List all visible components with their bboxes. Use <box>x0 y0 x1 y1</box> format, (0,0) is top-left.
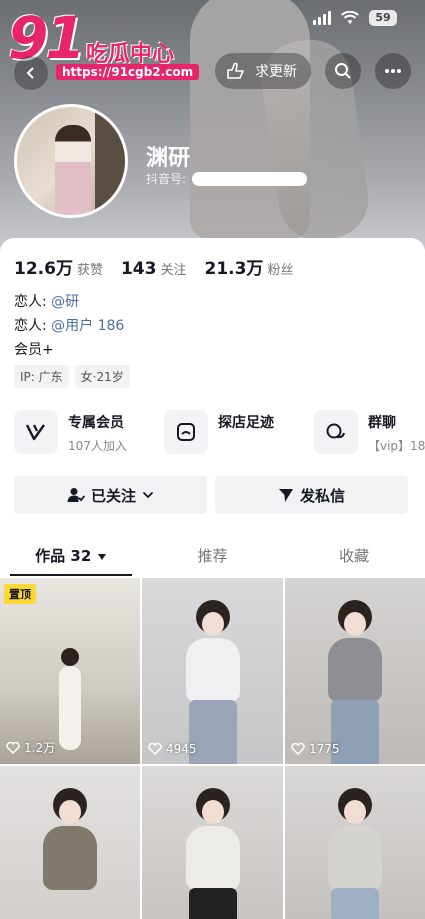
heart-icon <box>291 743 305 755</box>
hand-point-icon <box>227 62 244 79</box>
followed-button[interactable]: 已关注 <box>14 476 207 514</box>
stats-row: 12.6万 获赞 143 关注 21.3万 粉丝 <box>14 254 293 279</box>
watermark-url: https://91cgb2.com <box>56 64 200 80</box>
v-badge-icon <box>14 410 58 454</box>
feature-group-chat[interactable]: 群聊 【vip】18 <box>314 410 425 454</box>
chevron-down-icon <box>142 491 154 499</box>
followed-label: 已关注 <box>90 486 136 505</box>
video-thumbnail[interactable] <box>142 766 283 919</box>
video-thumbnail[interactable] <box>285 766 425 919</box>
feature-exclusive-member[interactable]: 专属会员 107人加入 <box>14 410 127 454</box>
feature-row: 专属会员 107人加入 探店足迹 群聊 【vip】18 <box>14 410 425 464</box>
signal-icon <box>313 11 331 25</box>
bio-member: 会员+ <box>14 342 54 358</box>
tab-works[interactable]: 作品 32 <box>0 536 142 576</box>
bio-lover-handle[interactable]: @研 <box>51 294 79 310</box>
stat-following[interactable]: 143 关注 <box>121 259 187 279</box>
feature-title: 探店足迹 <box>218 415 274 431</box>
feature-store-visits[interactable]: 探店足迹 <box>164 410 274 454</box>
heart-icon <box>6 741 20 754</box>
avatar[interactable] <box>14 104 128 218</box>
stat-followers[interactable]: 21.3万 粉丝 <box>204 254 293 279</box>
bio-lover-prefix: 恋人: <box>14 294 52 310</box>
more-button[interactable] <box>375 53 411 89</box>
more-dots-icon <box>385 69 401 73</box>
video-thumbnail[interactable]: 置顶 1.2万 <box>0 578 140 764</box>
tab-recommended[interactable]: 推荐 <box>142 536 284 576</box>
like-count: 1775 <box>291 742 340 756</box>
back-button[interactable] <box>14 56 48 90</box>
action-buttons: 已关注 发私信 <box>14 476 408 514</box>
bio-lover-line: 恋人: @研 <box>14 291 79 311</box>
like-count-value: 4945 <box>166 742 197 756</box>
request-update-button[interactable]: 求更新 <box>215 53 311 89</box>
like-count: 1.2万 <box>6 739 55 756</box>
feature-subtitle: 107人加入 <box>68 439 127 453</box>
profile-tabs: 作品 32 推荐 收藏 <box>0 536 425 576</box>
profile-card: 12.6万 获赞 143 关注 21.3万 粉丝 恋人: @研 恋人: @用户 186… <box>0 238 425 919</box>
tab-label: 作品 32 <box>35 547 92 565</box>
send-message-label: 发私信 <box>299 486 345 505</box>
send-message-button[interactable]: 发私信 <box>215 476 408 514</box>
wifi-icon <box>341 11 359 24</box>
header-actions: 求更新 <box>215 53 411 89</box>
tab-favorites[interactable]: 收藏 <box>283 536 425 576</box>
pinned-badge: 置顶 <box>4 584 36 604</box>
user-check-icon <box>67 488 85 502</box>
username: 渊研 <box>146 146 191 171</box>
tab-label: 推荐 <box>197 547 228 565</box>
bio-lover-prefix: 恋人: <box>14 318 52 334</box>
chevron-left-icon <box>26 67 34 79</box>
stat-number: 12.6万 <box>14 259 73 279</box>
store-tag-icon <box>164 410 208 454</box>
like-count-value: 1775 <box>309 742 340 756</box>
stat-label: 关注 <box>160 263 187 278</box>
video-grid: 置顶 1.2万 4945 1775 <box>0 578 425 919</box>
battery-icon: 59 <box>369 10 397 26</box>
like-count-value: 1.2万 <box>24 741 56 755</box>
heart-icon <box>148 743 162 755</box>
stat-number: 143 <box>120 259 157 279</box>
like-count: 4945 <box>148 742 197 756</box>
tag-gender-age: 女·21岁 <box>74 365 130 388</box>
video-thumbnail[interactable]: 1775 <box>285 578 425 764</box>
send-arrow-icon <box>278 489 293 502</box>
tab-label: 收藏 <box>339 547 370 565</box>
feature-title: 专属会员 <box>68 415 124 431</box>
bio-lover-handle[interactable]: @用户 186 <box>51 318 124 334</box>
douyin-id[interactable]: 抖音号: <box>146 170 308 187</box>
tag-ip: IP: 广东 <box>14 365 69 388</box>
stat-number: 21.3万 <box>204 259 264 279</box>
video-thumbnail[interactable] <box>0 766 140 919</box>
douyin-id-redacted <box>192 171 308 186</box>
video-thumbnail[interactable]: 4945 <box>142 578 283 764</box>
request-update-label: 求更新 <box>255 64 297 80</box>
bio-lover-line: 恋人: @用户 186 <box>14 315 124 335</box>
stat-label: 粉丝 <box>267 263 294 278</box>
status-bar: 59 <box>313 10 397 26</box>
feature-title: 群聊 <box>368 415 396 431</box>
chat-bubbles-icon <box>314 410 358 454</box>
triangle-down-icon <box>97 554 106 560</box>
profile-tags: IP: 广东 女·21岁 <box>14 365 130 388</box>
search-icon <box>335 63 351 79</box>
search-button[interactable] <box>325 53 361 89</box>
douyin-id-label: 抖音号: <box>146 172 187 186</box>
feature-subtitle: 【vip】18 <box>368 439 425 453</box>
stat-label: 获赞 <box>76 263 103 278</box>
stat-likes[interactable]: 12.6万 获赞 <box>14 254 103 279</box>
